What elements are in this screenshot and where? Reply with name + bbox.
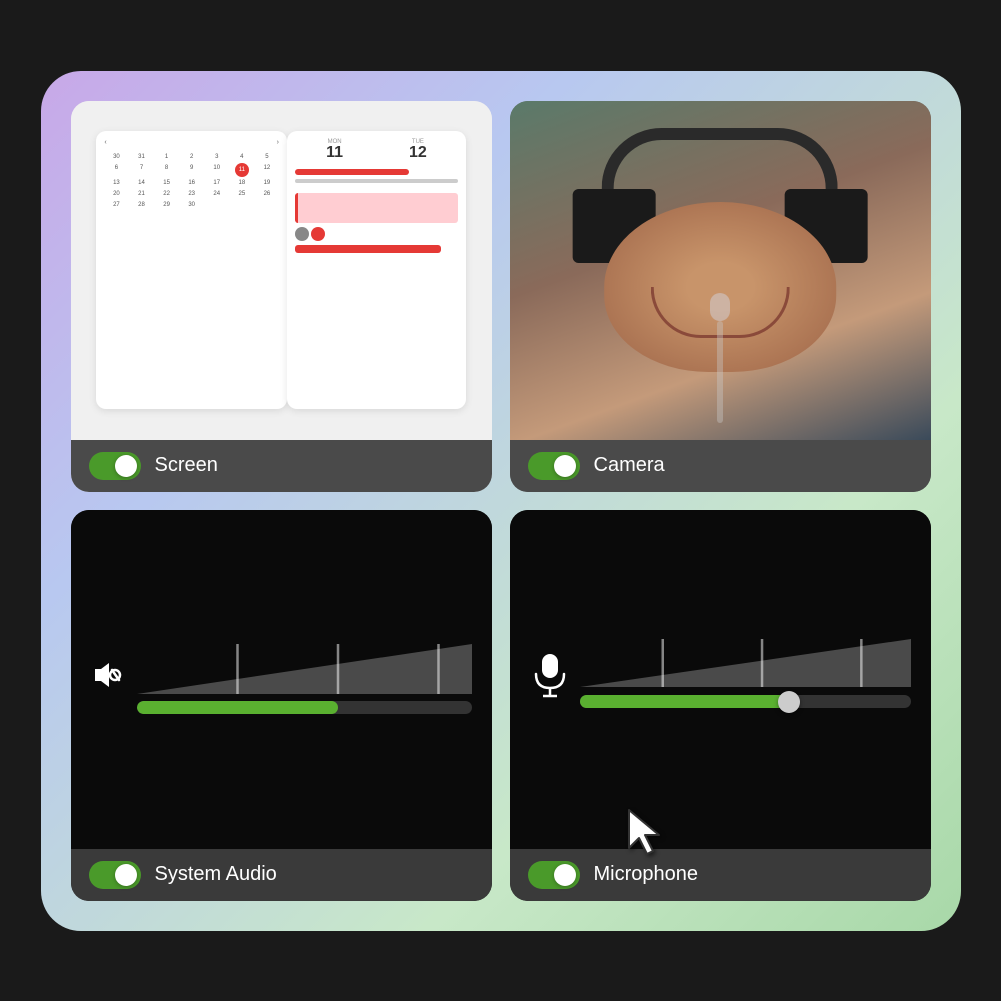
audio-triangle	[137, 644, 472, 694]
cal-cell: 30	[180, 200, 204, 210]
cal-cell: 9	[180, 163, 204, 177]
cal-cell: 19	[255, 178, 279, 188]
schedule-day1: MON 11	[295, 139, 374, 161]
cal-cell: 14	[129, 178, 153, 188]
cal-grid: 30 31 1 2 3 4 5 6 7 8 9 10 11 12	[104, 152, 279, 210]
camera-toggle-knob	[554, 455, 576, 477]
avatar	[311, 227, 325, 241]
cal-cell: 1	[155, 152, 179, 162]
audio-progress-track	[137, 701, 472, 714]
camera-label: Camera	[594, 454, 665, 477]
camera-card: Camera	[510, 101, 931, 492]
cal-cell: 4	[230, 152, 254, 162]
headphone-band	[602, 128, 838, 196]
mic-viz-container	[580, 639, 911, 719]
screen-card: ‹ › 30 31 1 2 3 4 5 6 7 8	[71, 101, 492, 492]
cal-cell: 31	[129, 152, 153, 162]
cal-cell: 24	[205, 189, 229, 199]
audio-progress-fill	[137, 701, 338, 714]
cal-cell: 2	[180, 152, 204, 162]
mic-preview	[510, 510, 931, 849]
cal-cell: 18	[230, 178, 254, 188]
cal-cell: 25	[230, 189, 254, 199]
mic-progress-fill	[580, 695, 795, 708]
schedule-bar	[295, 179, 458, 183]
screen-toggle[interactable]	[89, 452, 141, 480]
audio-card: System Audio	[71, 510, 492, 901]
cal-cell: 10	[205, 163, 229, 177]
avatar	[295, 227, 309, 241]
volume-visualizer	[91, 644, 472, 714]
schedule-event	[295, 193, 458, 223]
cal-cell: 20	[104, 189, 128, 199]
cal-cell: 15	[155, 178, 179, 188]
cal-cell: 13	[104, 178, 128, 188]
audio-toggle[interactable]	[89, 861, 141, 889]
calendar-mock: ‹ › 30 31 1 2 3 4 5 6 7 8	[96, 131, 287, 408]
speaker-icon	[91, 657, 127, 701]
schedule-day2-num: 12	[378, 145, 457, 161]
audio-preview	[71, 510, 492, 849]
mic-card: Microphone	[510, 510, 931, 901]
screen-label: Screen	[155, 454, 218, 477]
schedule-bar	[295, 169, 409, 175]
schedule-header: MON 11 TUE 12	[295, 139, 458, 161]
screen-footer: Screen	[71, 440, 492, 492]
cal-cell: 27	[104, 200, 128, 210]
microphone-icon	[530, 652, 570, 707]
mic-label: Microphone	[594, 863, 699, 886]
schedule-bottom-bar	[295, 245, 441, 253]
mic-toggle-knob	[554, 864, 576, 886]
camera-toggle[interactable]	[528, 452, 580, 480]
cal-cell: 12	[255, 163, 279, 177]
mic-triangle	[580, 639, 911, 687]
audio-viz-container	[137, 644, 472, 714]
cal-cell: 28	[129, 200, 153, 210]
schedule-day2: TUE 12	[378, 139, 457, 161]
mic-progress-track[interactable]	[580, 695, 911, 708]
schedule-day1-num: 11	[295, 145, 374, 161]
screen-preview: ‹ › 30 31 1 2 3 4 5 6 7 8	[71, 101, 492, 440]
audio-toggle-knob	[115, 864, 137, 886]
mic-footer: Microphone	[510, 849, 931, 901]
cal-cell: 3	[205, 152, 229, 162]
mic-toggle[interactable]	[528, 861, 580, 889]
cal-cell: 8	[155, 163, 179, 177]
schedule-mock: MON 11 TUE 12	[287, 131, 466, 408]
camera-preview	[510, 101, 931, 440]
main-container: ‹ › 30 31 1 2 3 4 5 6 7 8	[41, 71, 961, 931]
cal-cell: 23	[180, 189, 204, 199]
audio-footer: System Audio	[71, 849, 492, 901]
cal-cell: 6	[104, 163, 128, 177]
cal-cell: 22	[155, 189, 179, 199]
cal-cell-highlight: 11	[235, 163, 249, 177]
mic-slider-thumb[interactable]	[778, 691, 800, 713]
cal-cell: 17	[205, 178, 229, 188]
camera-footer: Camera	[510, 440, 931, 492]
cal-cell: 5	[255, 152, 279, 162]
mic-head	[710, 293, 730, 321]
cal-cell: 30	[104, 152, 128, 162]
screen-toggle-knob	[115, 455, 137, 477]
cal-cell: 21	[129, 189, 153, 199]
cal-prev: ‹	[104, 139, 106, 146]
cal-nav: ‹ ›	[104, 139, 279, 146]
cal-cell: 7	[129, 163, 153, 177]
cards-grid: ‹ › 30 31 1 2 3 4 5 6 7 8	[71, 101, 931, 901]
cal-next: ›	[277, 139, 279, 146]
audio-label: System Audio	[155, 863, 277, 886]
cal-cell: 29	[155, 200, 179, 210]
cal-cell: 26	[255, 189, 279, 199]
schedule-avatars	[295, 227, 458, 241]
mic-stand	[717, 321, 723, 423]
cal-cell: 16	[180, 178, 204, 188]
mic-visualizer	[530, 639, 911, 719]
